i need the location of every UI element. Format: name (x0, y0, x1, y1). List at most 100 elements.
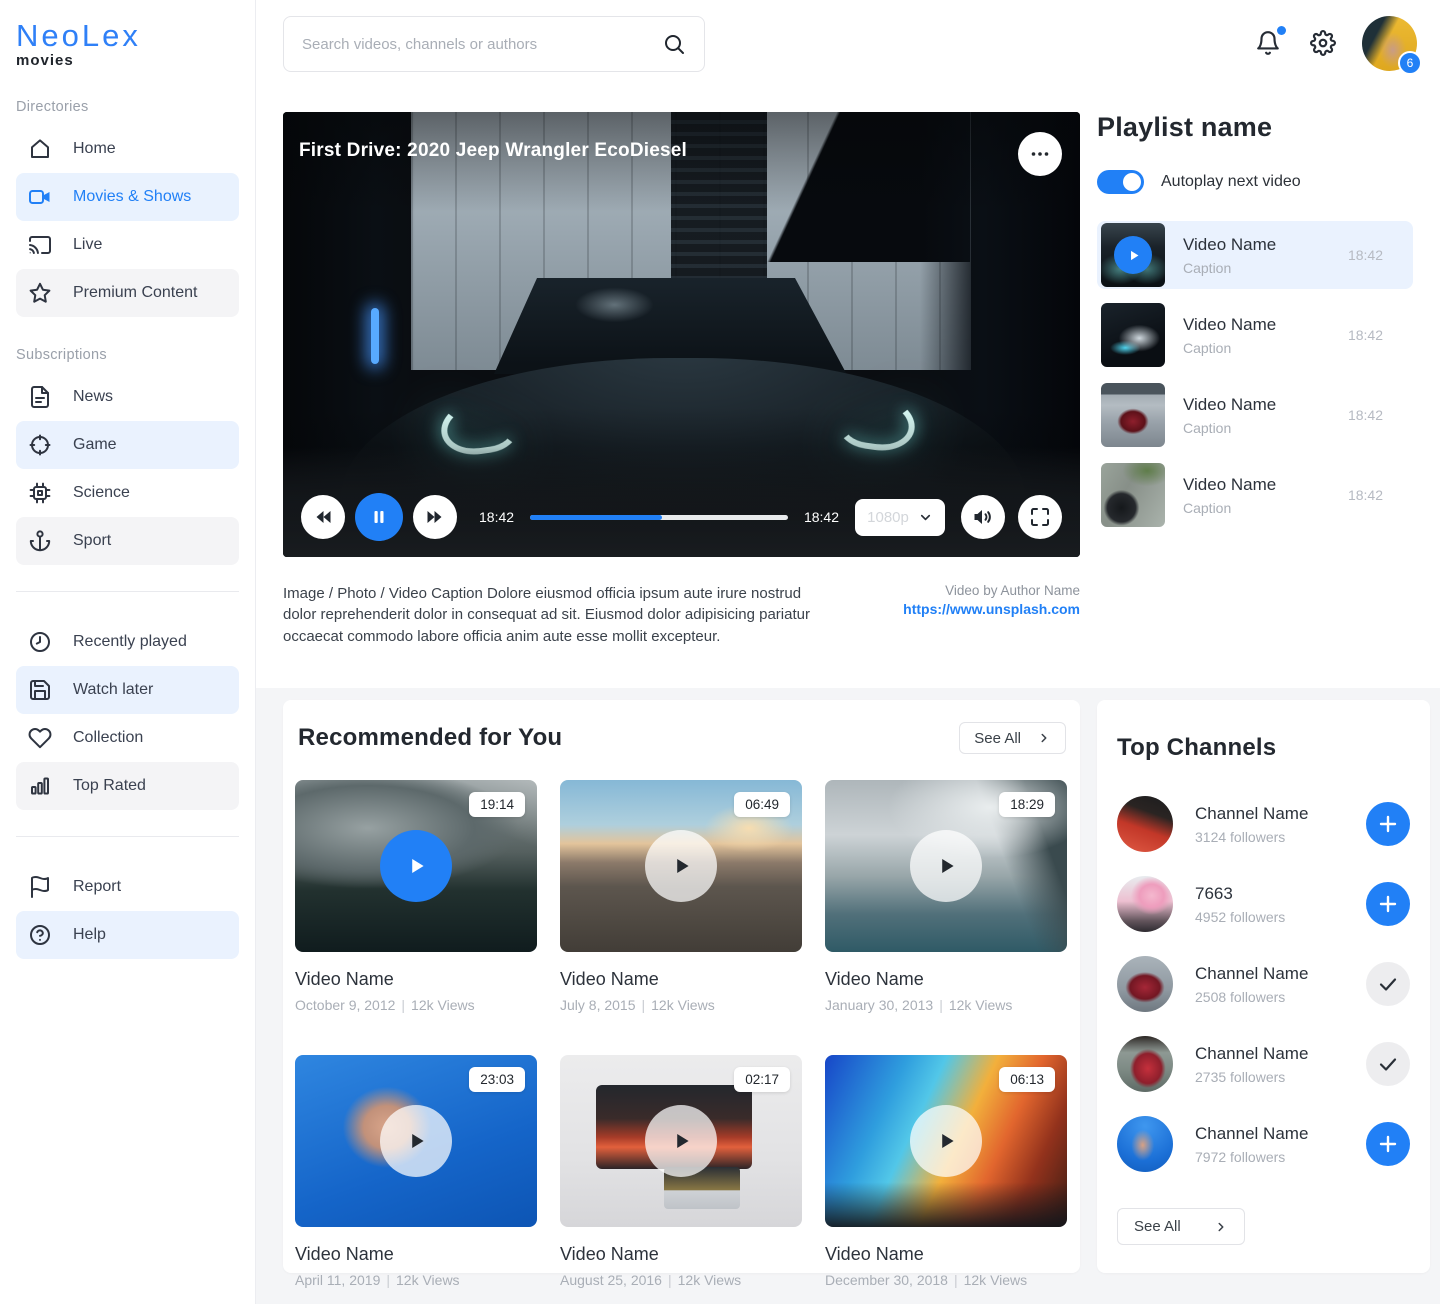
video-card[interactable]: 02:17 Video Name August 25, 2016|12k Vie… (560, 1055, 802, 1288)
video-thumbnail[interactable]: 06:13 (825, 1055, 1067, 1227)
star-icon (28, 281, 52, 305)
play-button[interactable] (645, 830, 717, 902)
video-camera-icon (28, 185, 52, 209)
play-button[interactable] (910, 1105, 982, 1177)
bar-chart-icon (28, 774, 52, 798)
play-button[interactable] (380, 1105, 452, 1177)
progress-bar[interactable] (530, 515, 788, 520)
search-icon[interactable] (662, 32, 686, 56)
sidebar-item-label: Help (73, 926, 106, 944)
video-card[interactable]: 06:49 Video Name July 8, 2015|12k Views (560, 780, 802, 1013)
play-button[interactable] (645, 1105, 717, 1177)
subscribed-button[interactable] (1366, 962, 1410, 1006)
video-player[interactable]: First Drive: 2020 Jeep Wrangler EcoDiese… (283, 112, 1080, 557)
more-options-button[interactable] (1018, 132, 1062, 176)
sidebar-item-sport[interactable]: Sport (16, 517, 239, 565)
sidebar-item-help[interactable]: Help (16, 911, 239, 959)
video-meta: August 25, 2016|12k Views (560, 1272, 802, 1288)
channel-avatar (1117, 1116, 1173, 1172)
video-thumbnail[interactable]: 18:29 (825, 780, 1067, 952)
notifications-button[interactable] (1255, 30, 1281, 56)
channel-row[interactable]: Channel Name 2735 followers (1117, 1024, 1410, 1104)
sidebar-item-home[interactable]: Home (16, 125, 239, 173)
total-time: 18:42 (804, 509, 839, 525)
duration-badge: 02:17 (734, 1067, 790, 1092)
channel-list: Channel Name 3124 followers 7663 4952 fo… (1117, 784, 1410, 1184)
video-thumbnail (1101, 383, 1165, 447)
chevron-right-icon (1214, 1220, 1228, 1234)
channel-avatar (1117, 1036, 1173, 1092)
fullscreen-button[interactable] (1018, 495, 1062, 539)
see-all-label: See All (1134, 1218, 1181, 1235)
duration-badge: 06:49 (734, 792, 790, 817)
playlist-item[interactable]: Video Name Caption 18:42 (1097, 381, 1413, 449)
recommended-grid: 19:14 Video Name October 9, 2012|12k Vie… (295, 780, 1068, 1288)
channel-followers: 2735 followers (1195, 1069, 1308, 1085)
channel-row[interactable]: Channel Name 7972 followers (1117, 1104, 1410, 1184)
settings-button[interactable] (1310, 30, 1336, 56)
plus-icon (1376, 892, 1400, 916)
recommended-see-all-button[interactable]: See All (959, 722, 1066, 754)
sidebar-item-report[interactable]: Report (16, 863, 239, 911)
sidebar-item-movies-shows[interactable]: Movies & Shows (16, 173, 239, 221)
video-thumbnail[interactable]: 06:49 (560, 780, 802, 952)
sidebar-item-news[interactable]: News (16, 373, 239, 421)
pause-button[interactable] (355, 493, 403, 541)
heart-icon (28, 726, 52, 750)
search-input[interactable] (302, 36, 662, 53)
brand-subtitle: movies (16, 52, 255, 69)
forward-button[interactable] (413, 495, 457, 539)
playlist-items: Video Name Caption 18:42 Video Name Capt… (1097, 221, 1413, 529)
play-button[interactable] (910, 830, 982, 902)
recommended-title: Recommended for You (298, 724, 562, 752)
quality-selector[interactable]: 1080p (855, 499, 945, 536)
playlist-item[interactable]: Video Name Caption 18:42 (1097, 461, 1413, 529)
rewind-button[interactable] (301, 495, 345, 539)
playlist-item-duration: 18:42 (1348, 327, 1383, 343)
source-link[interactable]: https://www.unsplash.com (903, 601, 1080, 617)
sidebar-item-label: Collection (73, 729, 143, 747)
channel-row[interactable]: Channel Name 2508 followers (1117, 944, 1410, 1024)
play-button[interactable] (380, 830, 452, 902)
subscribe-button[interactable] (1366, 882, 1410, 926)
directories-nav: Home Movies & Shows Live Premium Content (0, 125, 255, 317)
play-icon (403, 1128, 429, 1154)
rewind-icon (311, 505, 335, 529)
user-avatar[interactable]: 6 (1362, 16, 1417, 71)
channel-row[interactable]: 7663 4952 followers (1117, 864, 1410, 944)
sidebar-item-label: News (73, 388, 113, 406)
video-frame (283, 112, 1080, 557)
video-card[interactable]: 19:14 Video Name October 9, 2012|12k Vie… (295, 780, 537, 1013)
sidebar-item-science[interactable]: Science (16, 469, 239, 517)
channel-row[interactable]: Channel Name 3124 followers (1117, 784, 1410, 864)
autoplay-toggle[interactable] (1097, 170, 1144, 194)
sidebar-item-watch-later[interactable]: Watch later (16, 666, 239, 714)
playlist-item-name: Video Name (1183, 395, 1276, 415)
brand-logo[interactable]: NeoLex movies (0, 0, 255, 69)
subscribed-button[interactable] (1366, 1042, 1410, 1086)
playlist-item[interactable]: Video Name Caption 18:42 (1097, 221, 1413, 289)
help-icon (28, 923, 52, 947)
subscriptions-section-label: Subscriptions (16, 347, 255, 363)
channel-followers: 7972 followers (1195, 1149, 1308, 1165)
playlist-item-caption: Caption (1183, 500, 1276, 516)
sidebar-item-premium-content[interactable]: Premium Content (16, 269, 239, 317)
sidebar-item-game[interactable]: Game (16, 421, 239, 469)
video-name: Video Name (560, 1244, 802, 1265)
video-card[interactable]: 23:03 Video Name April 11, 2019|12k View… (295, 1055, 537, 1288)
sidebar-item-live[interactable]: Live (16, 221, 239, 269)
subscribe-button[interactable] (1366, 1122, 1410, 1166)
video-card[interactable]: 18:29 Video Name January 30, 2013|12k Vi… (825, 780, 1067, 1013)
channels-see-all-button[interactable]: See All (1117, 1208, 1245, 1245)
video-thumbnail[interactable]: 23:03 (295, 1055, 537, 1227)
video-thumbnail[interactable]: 02:17 (560, 1055, 802, 1227)
channel-followers: 4952 followers (1195, 909, 1285, 925)
video-thumbnail[interactable]: 19:14 (295, 780, 537, 952)
video-card[interactable]: 06:13 Video Name December 30, 2018|12k V… (825, 1055, 1067, 1288)
sidebar-item-recently-played[interactable]: Recently played (16, 618, 239, 666)
subscribe-button[interactable] (1366, 802, 1410, 846)
volume-button[interactable] (961, 495, 1005, 539)
playlist-item[interactable]: Video Name Caption 18:42 (1097, 301, 1413, 369)
sidebar-item-collection[interactable]: Collection (16, 714, 239, 762)
sidebar-item-top-rated[interactable]: Top Rated (16, 762, 239, 810)
